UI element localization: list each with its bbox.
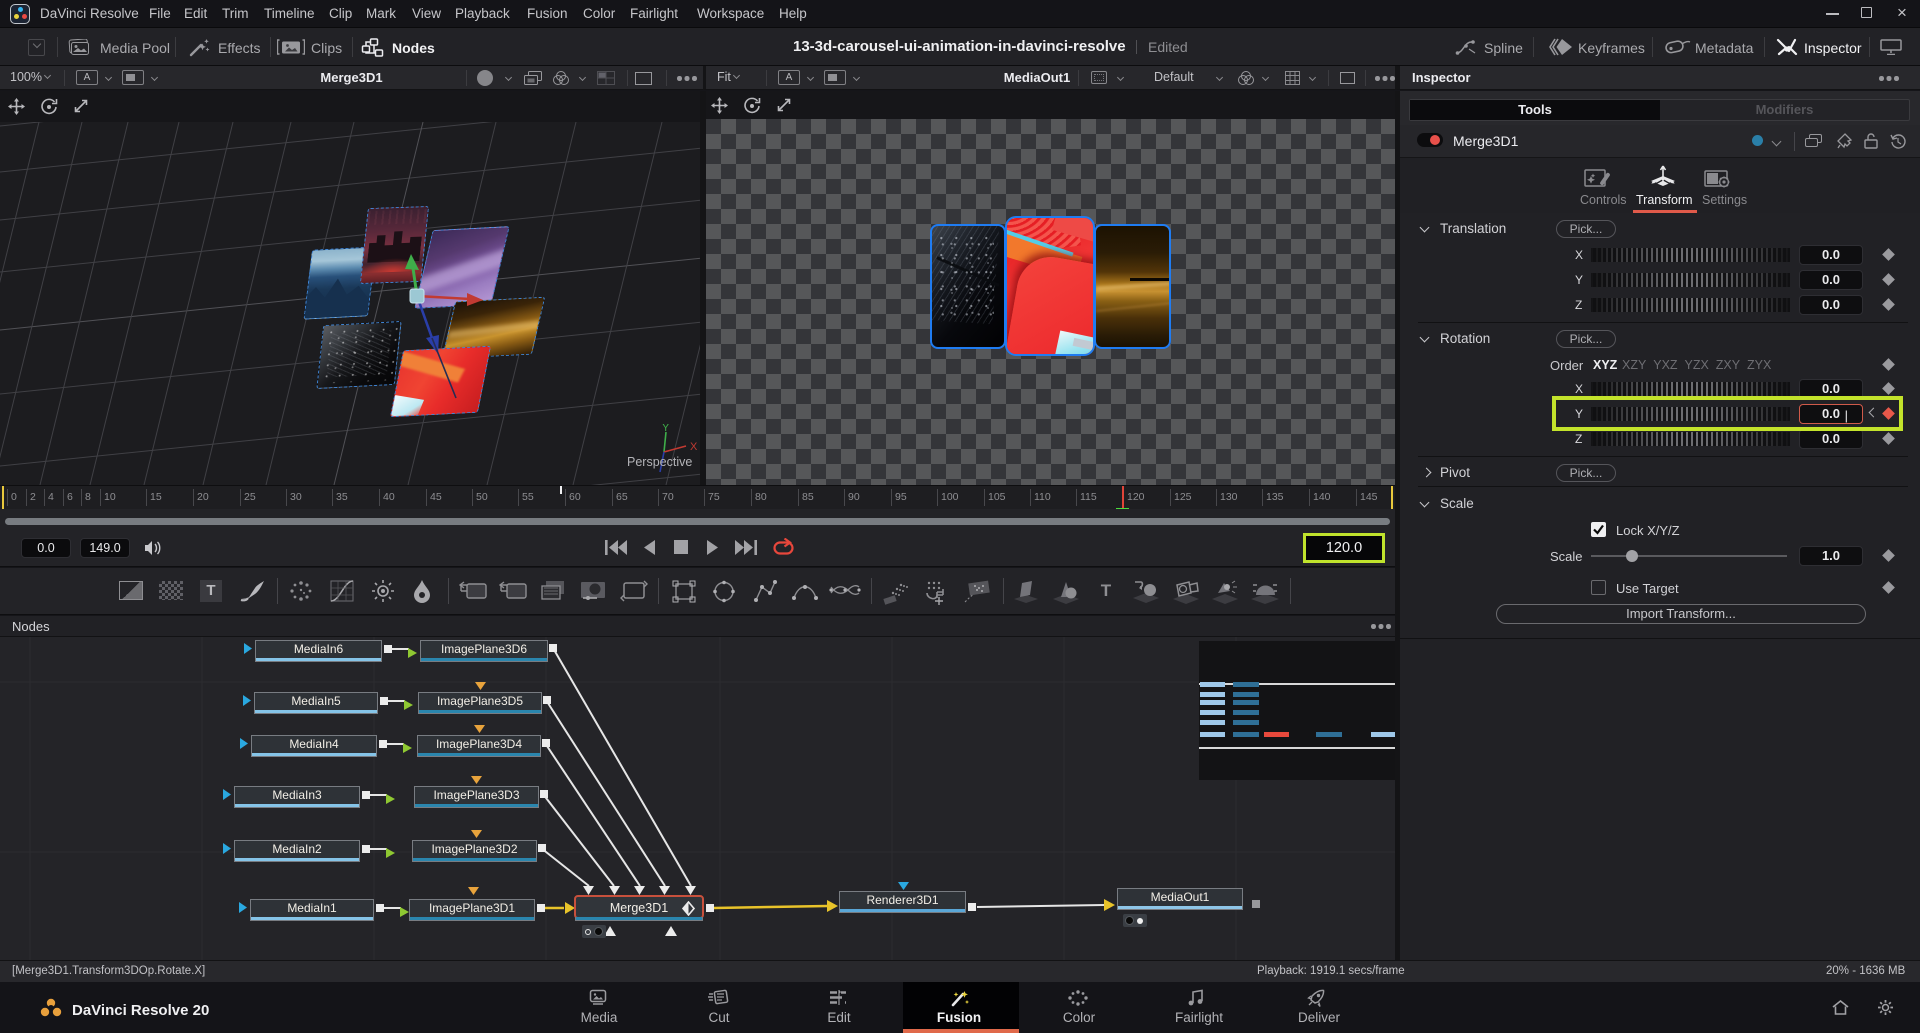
svg-text:Y: Y xyxy=(662,424,670,434)
svg-text:X: X xyxy=(690,441,698,453)
